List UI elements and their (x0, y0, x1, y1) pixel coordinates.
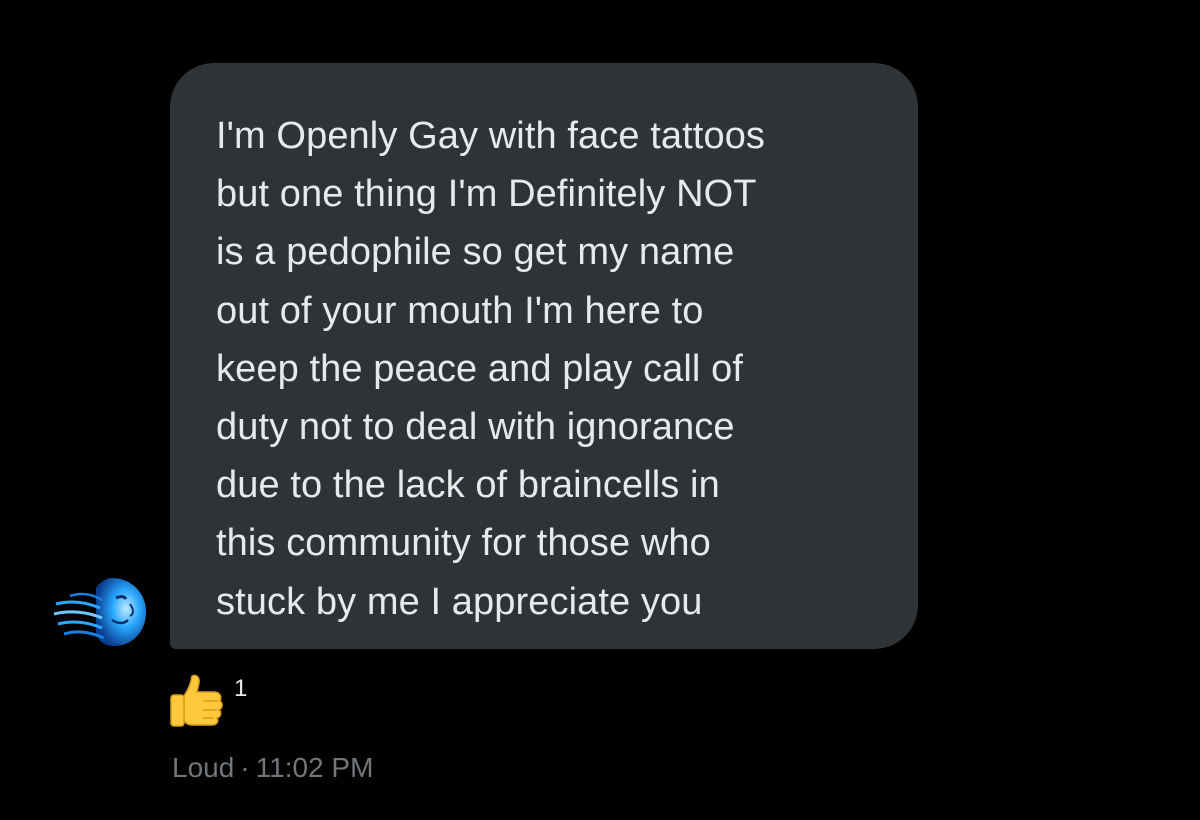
meta-separator: · (240, 752, 250, 783)
message-timestamp: 11:02 PM (255, 752, 374, 783)
message-line: keep the peace and play call of (216, 347, 744, 390)
message-line: duty not to deal with ignorance (216, 406, 735, 449)
thumbs-up-icon (170, 674, 223, 727)
reaction-chip[interactable]: 1 (168, 670, 247, 730)
message-line: but one thing I'm Definitely NOT (216, 173, 757, 216)
message-line: I'm Openly Gay with face tattoos (216, 115, 766, 157)
message-meta: Loud · 11:02 PM (172, 752, 373, 784)
message-line: is a pedophile so get my name (216, 231, 735, 274)
sender-name: Loud (172, 752, 235, 783)
avatar[interactable] (50, 574, 150, 650)
message-line: due to the lack of braincells in (216, 464, 720, 507)
avatar-face-icon (53, 578, 146, 646)
message-line: stuck by me I appreciate you (216, 580, 703, 623)
message-bubble[interactable]: I'm Openly Gay with face tattoos but one… (170, 63, 918, 649)
reaction-count: 1 (234, 675, 248, 702)
message-line: this community for those who (216, 522, 711, 565)
message-line: out of your mouth I'm here to (216, 289, 704, 332)
